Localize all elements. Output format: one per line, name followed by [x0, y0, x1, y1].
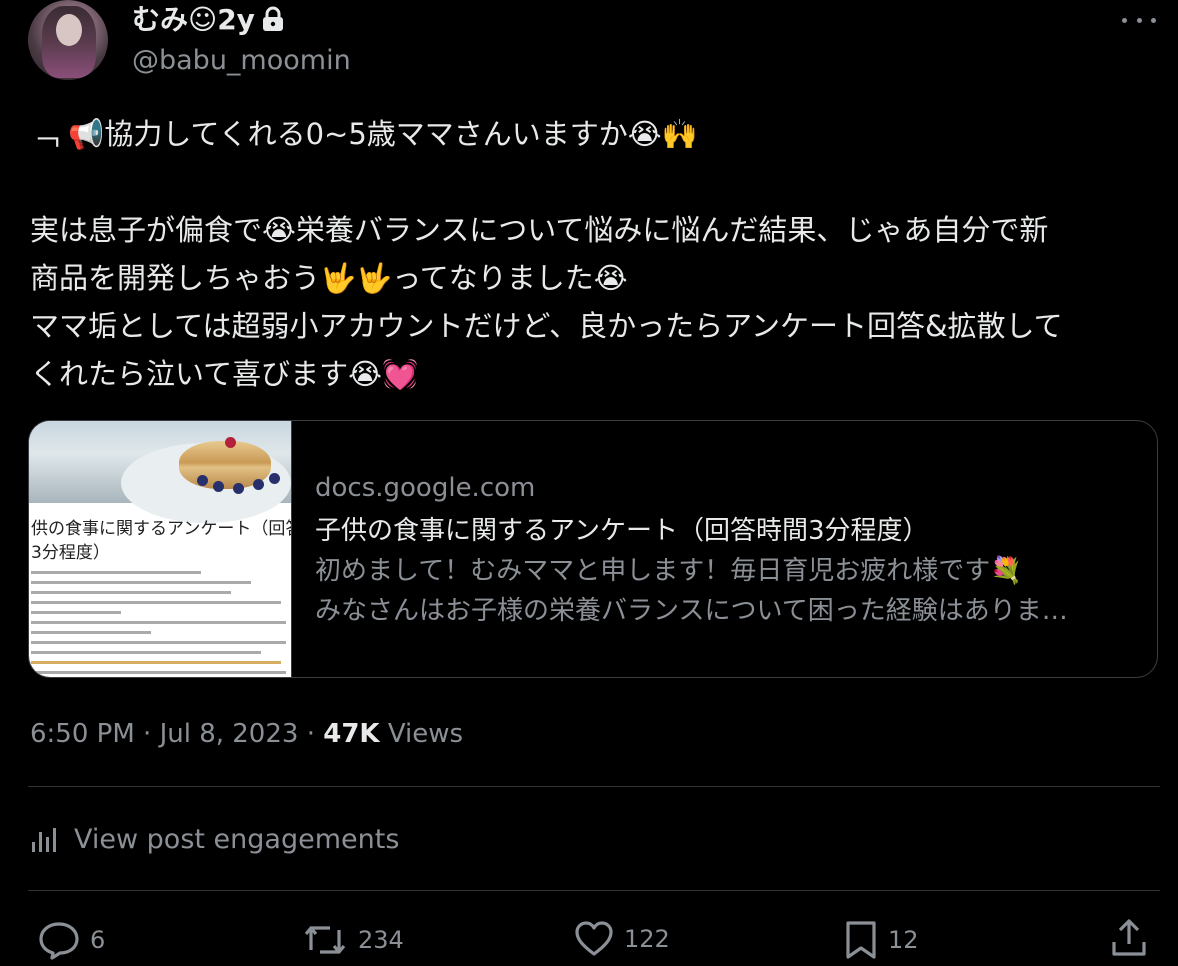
avatar[interactable] [28, 0, 108, 80]
like-count: 122 [624, 925, 670, 953]
divider [28, 890, 1160, 891]
bookmark-icon [846, 921, 876, 959]
tweet-text: ﹁ 📢協力してくれる0~5歳ママさんいますか😭🙌 実は息子が偏食で😭栄養バランス… [30, 110, 1160, 398]
like-icon [575, 921, 613, 956]
card-thumbnail: 供の食事に関するアンケート（回答時 3分程度） [29, 421, 292, 677]
lock-icon [261, 5, 285, 41]
share-icon [1112, 919, 1146, 956]
display-name-text[interactable]: むみ☺2y [132, 3, 255, 36]
card-domain: docs.google.com [315, 473, 536, 503]
view-engagements-label[interactable]: View post engagements [74, 820, 399, 860]
user-handle[interactable]: @babu_moomin [132, 44, 351, 78]
repost-button[interactable]: 234 [302, 920, 404, 960]
view-engagements-link[interactable]: View post engagements [30, 820, 399, 860]
tweet-line: 商品を開発しちゃおう🤟🤟ってなりました😭 [30, 261, 628, 295]
tweet-line: 実は息子が偏食で😭栄養バランスについて悩みに悩んだ結果、じゃあ自分で新 [30, 213, 1049, 247]
action-bar: 6 234 122 12 [0, 916, 1178, 966]
repost-count: 234 [358, 926, 404, 954]
tweet-line: ママ垢としては超弱小アカウントだけど、良かったらアンケート回答&拡散して [30, 309, 1063, 343]
reply-icon [39, 922, 79, 960]
tweet-line: くれたら泣いて喜びます😭💓 [30, 357, 419, 391]
share-button[interactable] [1110, 918, 1158, 958]
card-title: 子供の食事に関するアンケート（回答時間3分程度） [315, 516, 929, 546]
card-description: 初めまして！むみママと申します！毎日育児お疲れ様です💐 [315, 556, 1023, 586]
bookmark-button[interactable]: 12 [844, 920, 919, 960]
reply-count: 6 [90, 926, 106, 954]
divider [28, 786, 1160, 787]
thumbnail-title: 供の食事に関するアンケート（回答時 3分程度） [31, 517, 292, 565]
tweet-meta: 6:50 PM · Jul 8, 2023 · 47K Views [30, 716, 463, 752]
tweet-detail: むみ☺2y @babu_moomin ﹁ 📢協力してくれる0~5歳ママさんいます… [0, 0, 1178, 966]
meta-separator: · [306, 719, 315, 749]
link-card[interactable]: 供の食事に関するアンケート（回答時 3分程度） docs.google.com … [28, 420, 1158, 678]
bookmark-count: 12 [888, 926, 919, 954]
views-label: Views [387, 719, 464, 749]
tweet-time[interactable]: 6:50 PM [30, 719, 135, 749]
reply-button[interactable]: 6 [38, 920, 105, 960]
pancake-photo [29, 421, 291, 523]
views-count: 47K [323, 719, 380, 749]
card-info: docs.google.com 子供の食事に関するアンケート（回答時間3分程度）… [315, 471, 1135, 631]
more-icon[interactable] [1122, 8, 1156, 32]
like-button[interactable]: 122 [574, 920, 670, 958]
display-name[interactable]: むみ☺2y [132, 2, 285, 41]
card-description: みなさんはお子様の栄養バランスについて困った経験はありま… [315, 596, 1068, 626]
tweet-date[interactable]: Jul 8, 2023 [160, 719, 299, 749]
avatar-face [56, 14, 82, 46]
repost-icon [304, 926, 346, 954]
tweet-line: ﹁ 📢協力してくれる0~5歳ママさんいますか😭🙌 [30, 117, 698, 151]
thumbnail-title-line: 3分程度） [31, 543, 110, 563]
bar-chart-icon [32, 828, 56, 852]
thumbnail-title-line: 供の食事に関するアンケート（回答時 [31, 519, 292, 539]
meta-separator: · [143, 719, 152, 749]
